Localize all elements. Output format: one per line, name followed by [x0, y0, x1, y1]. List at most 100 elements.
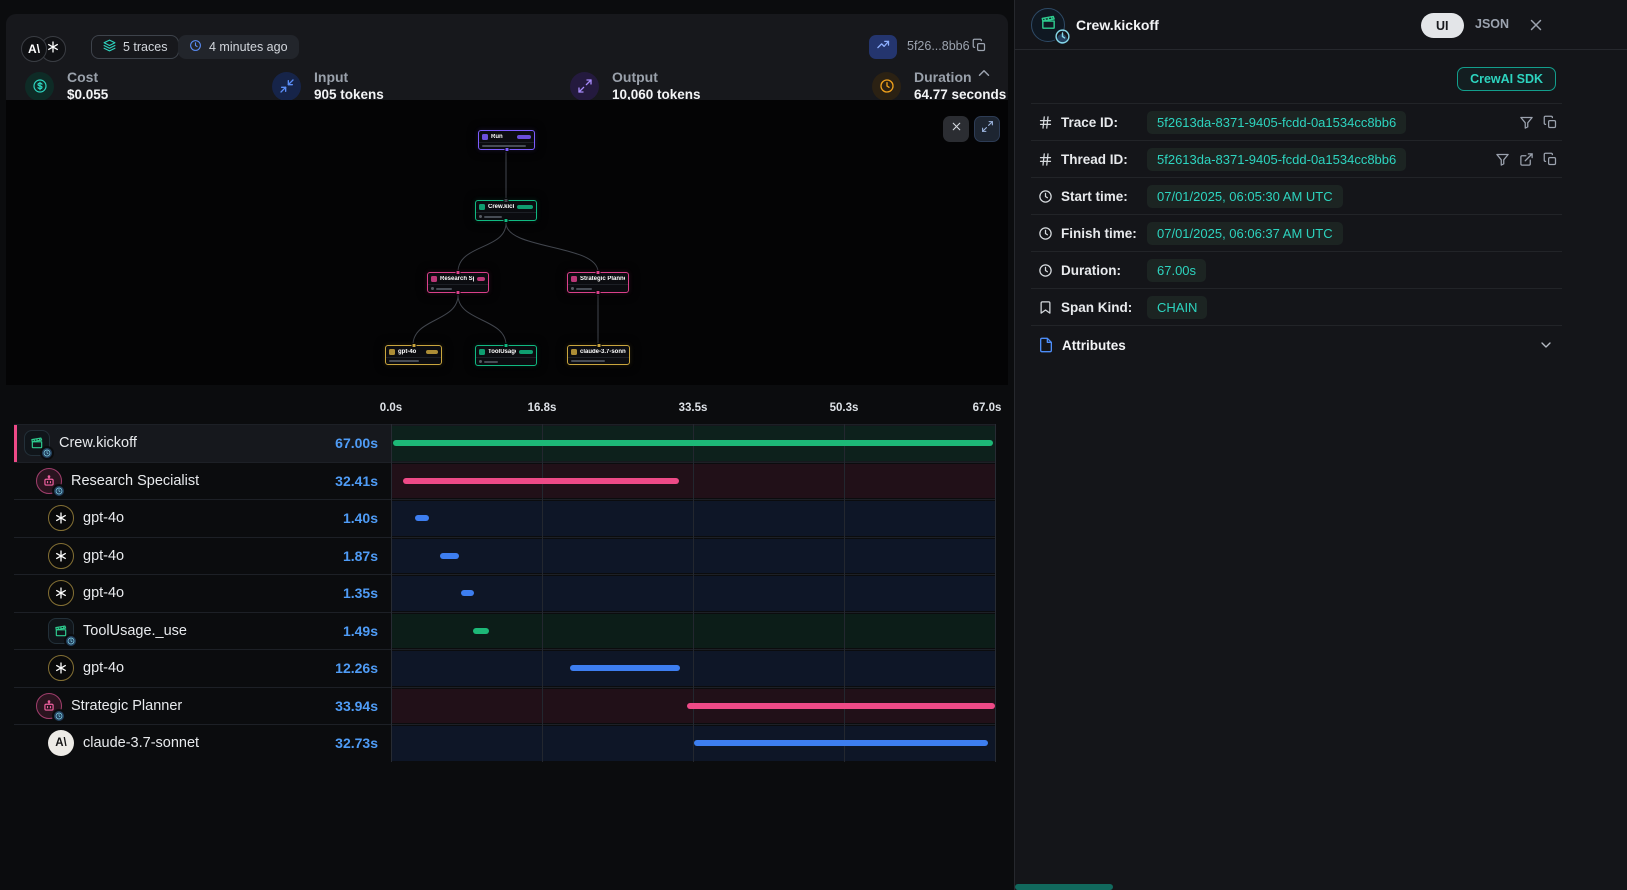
trace-viewer-app: A\ 5 traces 4 minutes ago 5f26...8bb6 Co…	[0, 0, 1627, 890]
graph-node-research-specialist[interactable]: Research Speciali...	[427, 272, 489, 293]
field-value-chip[interactable]: 5f2613da-8371-9405-fcdd-0a1534cc8bb6	[1147, 111, 1406, 134]
row-duration: 32.41s	[335, 473, 378, 489]
timeline-row[interactable]: gpt-4o 1.40s	[14, 499, 995, 537]
external-link-icon[interactable]	[1519, 152, 1534, 167]
row-label: claude-3.7-sonnet	[83, 735, 326, 751]
copy-icon[interactable]	[972, 38, 987, 53]
input-label: Input	[314, 69, 384, 86]
node-title: claude-3.7-sonnet	[580, 349, 626, 355]
row-duration: 1.87s	[343, 548, 378, 564]
agent-robot-icon	[36, 468, 62, 494]
node-icon	[571, 349, 577, 355]
file-icon	[1038, 337, 1054, 353]
graph-node-gpt-4o[interactable]: gpt-4o	[385, 345, 442, 365]
filter-icon[interactable]	[1495, 152, 1510, 167]
node-subtext	[484, 361, 498, 363]
trace-count-label: 5 traces	[123, 40, 167, 54]
tab-json[interactable]: JSON	[1475, 17, 1509, 31]
copy-icon[interactable]	[1543, 152, 1558, 167]
panel-field: Trace ID: 5f2613da-8371-9405-fcdd-0a1534…	[1031, 104, 1562, 141]
close-panel-button[interactable]	[1527, 16, 1545, 34]
close-graph-button[interactable]	[943, 116, 969, 142]
row-duration: 32.73s	[335, 735, 378, 751]
filter-icon[interactable]	[1519, 115, 1534, 130]
clock-icon	[1038, 263, 1053, 278]
node-icon	[389, 349, 395, 355]
connector-dot	[456, 270, 461, 275]
node-subtext	[436, 288, 452, 290]
timeline-row[interactable]: gpt-4o 12.26s	[14, 649, 995, 687]
node-subtext	[484, 216, 502, 218]
panel-scrollbar[interactable]	[1015, 884, 1113, 890]
clock-subbadge-icon	[1055, 32, 1069, 46]
crewai-icon	[24, 430, 50, 456]
metrics-button[interactable]	[869, 35, 897, 59]
graph-node-claude[interactable]: claude-3.7-sonnet	[567, 345, 630, 365]
timeline-row[interactable]: gpt-4o 1.35s	[14, 574, 995, 612]
axis-tick: 0.0s	[380, 402, 402, 414]
bookmark-icon	[1038, 300, 1053, 315]
anthropic-logo-icon: A\	[48, 730, 74, 756]
graph-node-strategic-planner[interactable]: Strategic Planner	[567, 272, 629, 293]
connector-dot	[596, 343, 601, 348]
gridline	[542, 424, 543, 762]
row-label: Crew.kickoff	[59, 435, 326, 451]
gridline	[391, 424, 392, 762]
field-label: Start time:	[1061, 189, 1147, 204]
chevron-down-icon[interactable]	[1538, 337, 1554, 353]
field-value-chip[interactable]: 07/01/2025, 06:06:37 AM UTC	[1147, 222, 1343, 245]
graph-node-crew-kickoff[interactable]: Crew.kickoff	[475, 200, 537, 221]
panel-field: Start time: 07/01/2025, 06:05:30 AM UTC	[1031, 178, 1562, 215]
graph-node-run[interactable]: Run	[478, 130, 535, 150]
node-title: Research Speciali...	[440, 276, 474, 282]
timeline-row[interactable]: gpt-4o 1.87s	[14, 537, 995, 575]
row-bar	[570, 665, 681, 671]
node-subtext	[389, 360, 419, 362]
timeline-row[interactable]: A\ claude-3.7-sonnet 32.73s	[14, 724, 995, 762]
trace-count-badge[interactable]: 5 traces	[91, 35, 179, 59]
gridline	[995, 424, 996, 762]
field-label: Trace ID:	[1061, 115, 1147, 130]
field-value-chip[interactable]: CHAIN	[1147, 296, 1207, 319]
timeline-row[interactable]: Strategic Planner 33.94s	[14, 687, 995, 725]
panel-header: Crew.kickoff UI JSON	[1015, 0, 1627, 50]
tab-ui[interactable]: UI	[1421, 13, 1464, 38]
node-badge	[519, 350, 533, 354]
trace-header-card: A\ 5 traces 4 minutes ago 5f26...8bb6 Co…	[6, 14, 1008, 100]
connector-dot	[411, 343, 416, 348]
hash-icon	[1038, 115, 1053, 130]
expand-arrows-icon	[570, 72, 599, 101]
row-label: Strategic Planner	[71, 698, 326, 714]
row-label: gpt-4o	[83, 660, 326, 676]
field-value-chip[interactable]: 67.00s	[1147, 259, 1206, 282]
clock-subbadge-icon	[40, 446, 54, 460]
field-label: Duration:	[1061, 263, 1147, 278]
timeline-row[interactable]: Crew.kickoff 67.00s	[14, 424, 995, 462]
attributes-label: Attributes	[1062, 338, 1126, 353]
openai-logo-icon	[48, 655, 74, 681]
field-value-chip[interactable]: 07/01/2025, 06:05:30 AM UTC	[1147, 185, 1343, 208]
row-label: Research Specialist	[71, 473, 326, 489]
connector-dot	[504, 343, 509, 348]
node-badge	[477, 277, 485, 281]
node-title: gpt-4o	[398, 349, 423, 355]
connector-dot	[504, 218, 509, 223]
layers-icon	[103, 39, 116, 55]
graph-node-toolusage[interactable]: ToolUsage._use	[475, 345, 537, 366]
attributes-section[interactable]: Attributes	[1031, 326, 1562, 364]
panel-title: Crew.kickoff	[1076, 17, 1159, 33]
timeline-row[interactable]: Research Specialist 32.41s	[14, 462, 995, 500]
clock-icon	[189, 39, 202, 55]
connector-dot	[504, 198, 509, 203]
output-label: Output	[612, 69, 701, 86]
expand-graph-button[interactable]	[974, 116, 1000, 142]
stat-cost: Cost $0.055	[25, 69, 108, 103]
chevron-up-icon[interactable]	[975, 64, 993, 82]
axis-tick: 50.3s	[830, 402, 859, 414]
trending-up-icon	[876, 37, 891, 57]
crewai-icon	[1031, 8, 1065, 42]
row-duration: 67.00s	[335, 435, 378, 451]
copy-icon[interactable]	[1543, 115, 1558, 130]
timeline-row[interactable]: ToolUsage._use 1.49s	[14, 612, 995, 650]
field-value-chip[interactable]: 5f2613da-8371-9405-fcdd-0a1534cc8bb6	[1147, 148, 1406, 171]
